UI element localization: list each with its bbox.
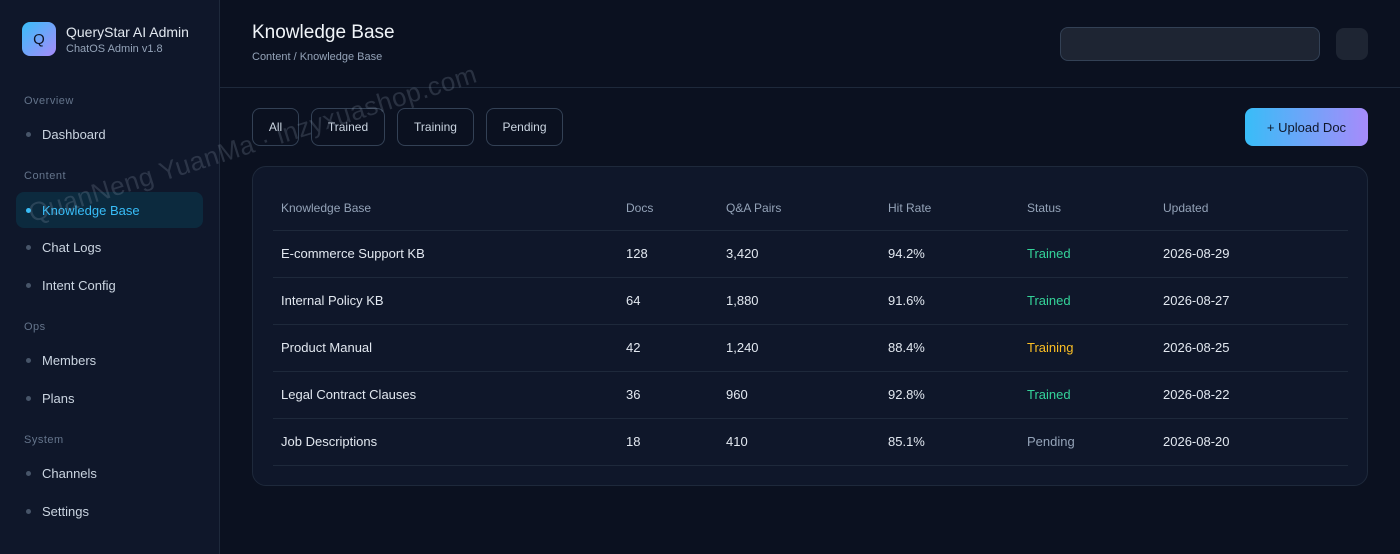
nav-dot-icon [26, 395, 31, 401]
sidebar-item-label: Knowledge Base [42, 202, 140, 218]
table-row[interactable]: E-commerce Support KB 128 3,420 94.2% Traine… [273, 230, 1348, 278]
brand-subtitle: ChatOS Admin v1.8 [66, 42, 163, 55]
cell-updated: 2026-08-20 [1155, 418, 1348, 466]
page-title: Knowledge Base [252, 22, 395, 43]
cell-status: Trained [1019, 277, 1155, 325]
cell-hit-rate: 88.4% [880, 324, 1019, 372]
sidebar-item-label: Channels [42, 465, 97, 481]
sidebar-item-label: Intent Config [42, 277, 116, 293]
cell-qa-pairs: 3,420 [718, 230, 880, 278]
nav-section-system: System [24, 434, 64, 446]
cell-updated: 2026-08-22 [1155, 371, 1348, 419]
cell-qa-pairs: 960 [718, 371, 880, 419]
cell-docs: 42 [618, 324, 718, 372]
table-row[interactable]: Product Manual 42 1,240 88.4% Training 2026-0… [273, 324, 1348, 372]
nav-section-overview: Overview [24, 95, 74, 107]
nav-dot-icon [26, 207, 31, 213]
cell-name: Job Descriptions [273, 418, 618, 466]
table-header-row: Knowledge Base Docs Q&A Pairs Hit Rate S… [273, 187, 1348, 231]
cell-qa-pairs: 410 [718, 418, 880, 466]
cell-updated: 2026-08-29 [1155, 230, 1348, 278]
cell-name: Internal Policy KB [273, 277, 618, 325]
sidebar-item-channels[interactable]: Channels [16, 455, 203, 491]
column-header-qa-pairs[interactable]: Q&A Pairs [718, 187, 880, 231]
brand[interactable]: Q QueryStar AI Admin ChatOS Admin v1.8 [22, 22, 189, 56]
sidebar-item-intent-config[interactable]: Intent Config [16, 267, 203, 303]
cell-name: Legal Contract Clauses [273, 371, 618, 419]
cell-docs: 36 [618, 371, 718, 419]
sidebar-item-knowledge-base[interactable]: Knowledge Base [16, 192, 203, 228]
brand-logo-icon: Q [22, 22, 56, 56]
cell-hit-rate: 92.8% [880, 371, 1019, 419]
cell-updated: 2026-08-25 [1155, 324, 1348, 372]
cell-status: Pending [1019, 418, 1155, 466]
cell-name: E-commerce Support KB [273, 230, 618, 278]
column-header-hit-rate[interactable]: Hit Rate [880, 187, 1019, 231]
sidebar-item-members[interactable]: Members [16, 342, 203, 378]
cell-qa-pairs: 1,240 [718, 324, 880, 372]
sidebar-item-label: Chat Logs [42, 239, 102, 255]
column-header-status[interactable]: Status [1019, 187, 1155, 231]
sidebar-item-label: Settings [42, 503, 89, 519]
filter-training-button[interactable]: Training [397, 108, 474, 146]
table-row[interactable]: Internal Policy KB 64 1,880 91.6% Trained 202… [273, 277, 1348, 325]
cell-docs: 18 [618, 418, 718, 466]
cell-hit-rate: 94.2% [880, 230, 1019, 278]
brand-title: QueryStar AI Admin [66, 23, 189, 40]
nav-dot-icon [26, 470, 31, 476]
nav-section-content: Content [24, 170, 67, 182]
table-row[interactable]: Legal Contract Clauses 36 960 92.8% Trained 2… [273, 371, 1348, 419]
cell-updated: 2026-08-27 [1155, 277, 1348, 325]
filter-all-button[interactable]: All [252, 108, 299, 146]
cell-hit-rate: 91.6% [880, 277, 1019, 325]
sidebar-item-plans[interactable]: Plans [16, 380, 203, 416]
nav-dot-icon [26, 508, 31, 514]
table-row[interactable]: Job Descriptions 18 410 85.1% Pending 2026-08… [273, 418, 1348, 466]
cell-docs: 64 [618, 277, 718, 325]
sidebar-item-dashboard[interactable]: Dashboard [16, 116, 203, 152]
nav-section-ops: Ops [24, 321, 46, 333]
breadcrumb[interactable]: Content / Knowledge Base [252, 51, 382, 63]
cell-docs: 128 [618, 230, 718, 278]
search-input[interactable] [1060, 27, 1320, 61]
sidebar: Q QueryStar AI Admin ChatOS Admin v1.8 O… [0, 0, 220, 554]
sidebar-item-label: Members [42, 352, 97, 368]
filter-pending-button[interactable]: Pending [486, 108, 563, 146]
sidebar-item-settings[interactable]: Settings [16, 493, 203, 529]
cell-name: Product Manual [273, 324, 618, 372]
filter-trained-button[interactable]: Trained [311, 108, 385, 146]
upload-doc-button[interactable]: + Upload Doc [1245, 108, 1368, 146]
column-header-knowledge-base[interactable]: Knowledge Base [273, 187, 618, 231]
column-header-updated[interactable]: Updated [1155, 187, 1348, 231]
cell-hit-rate: 85.1% [880, 418, 1019, 466]
column-header-docs[interactable]: Docs [618, 187, 718, 231]
header-divider [220, 87, 1400, 88]
nav-dot-icon [26, 357, 31, 363]
nav-dot-icon [26, 244, 31, 250]
cell-status: Training [1019, 324, 1155, 372]
nav-dot-icon [26, 282, 31, 288]
cell-qa-pairs: 1,880 [718, 277, 880, 325]
sidebar-item-chat-logs[interactable]: Chat Logs [16, 229, 203, 265]
knowledge-base-panel: Knowledge Base Docs Q&A Pairs Hit Rate S… [252, 166, 1368, 486]
sidebar-item-label: Plans [42, 390, 75, 406]
nav-dot-icon [26, 131, 31, 137]
cell-status: Trained [1019, 371, 1155, 419]
header-action-button[interactable] [1336, 28, 1368, 60]
cell-status: Trained [1019, 230, 1155, 278]
knowledge-base-table: Knowledge Base Docs Q&A Pairs Hit Rate S… [273, 187, 1348, 466]
sidebar-item-label: Dashboard [42, 126, 106, 142]
